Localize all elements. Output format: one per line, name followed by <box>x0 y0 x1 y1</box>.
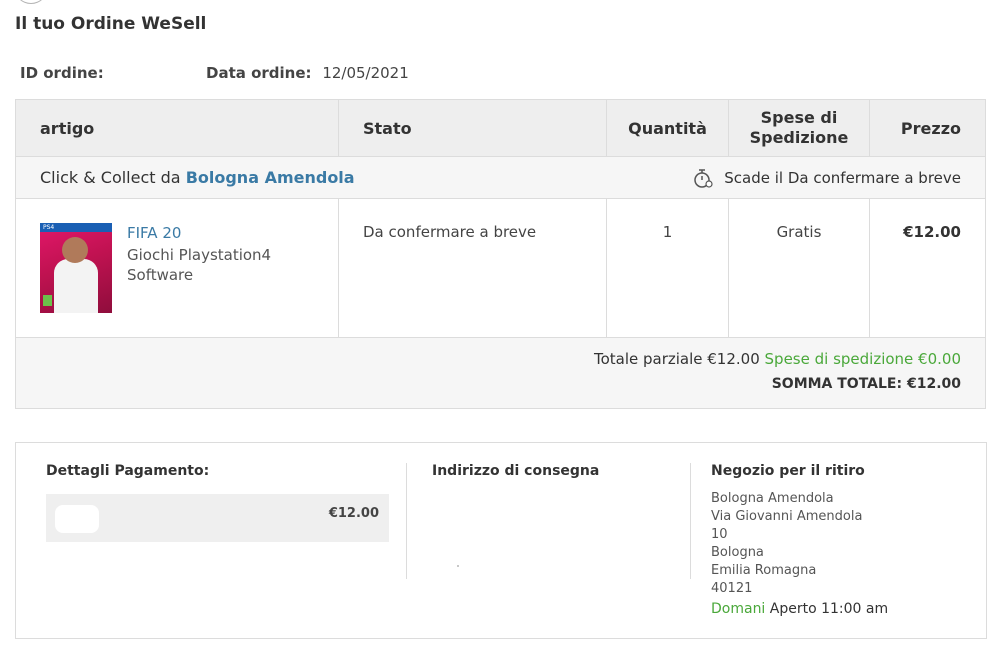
column-header-price: Prezzo <box>900 118 961 138</box>
product-info: FIFA 20 Giochi Playstation4 Software <box>127 223 271 337</box>
click-collect-row: Click & Collect da Bologna Amendola Scad… <box>16 157 985 199</box>
product-name-link[interactable]: FIFA 20 <box>127 223 271 243</box>
table-row: PS4 FIFA 20 Giochi Playstation4 Software… <box>16 199 985 338</box>
store-region: Emilia Romagna <box>711 563 817 578</box>
totals-row: Totale parziale €12.00 Spese di spedizio… <box>16 338 985 408</box>
column-header-shipping: Spese di Spedizione <box>729 100 870 156</box>
pickup-store-address: Bologna Amendola Via Giovanni Amendola 1… <box>711 490 862 598</box>
payment-method-card: €12.00 <box>46 494 389 542</box>
subtotal-text: Totale parziale €12.00 <box>593 350 760 368</box>
pickup-store-title: Negozio per il ritiro <box>711 463 865 479</box>
order-id: ID ordine: <box>20 64 206 82</box>
store-hours: Domani Aperto 11:00 am <box>711 601 888 617</box>
table-header: artigo Stato Quantità Spese di Spedizion… <box>16 100 985 157</box>
store-street: Via Giovanni Amendola <box>711 509 863 524</box>
store-city: Bologna <box>711 545 764 560</box>
product-subcategory: Software <box>127 266 194 284</box>
cover-player-head <box>62 237 88 263</box>
product-image[interactable]: PS4 <box>40 223 112 313</box>
collect-expiry: Scade il Da confermare a breve <box>692 167 961 189</box>
stopwatch-icon <box>694 168 713 188</box>
order-date: Data ordine: 12/05/2021 <box>206 64 409 82</box>
store-name: Bologna Amendola <box>711 491 834 506</box>
item-quantity: 1 <box>607 199 729 337</box>
order-date-value: 12/05/2021 <box>322 64 409 82</box>
cover-player-body <box>54 259 98 313</box>
order-id-label: ID ordine: <box>20 64 104 82</box>
store-hours-text: Aperto 11:00 am <box>769 601 889 617</box>
grand-total: SOMMA TOTALE: €12.00 <box>771 376 961 392</box>
item-shipping: Gratis <box>729 199 870 337</box>
item-cell: PS4 FIFA 20 Giochi Playstation4 Software <box>16 199 339 337</box>
column-header-status: Stato <box>339 100 607 156</box>
page-title: Il tuo Ordine WeSell <box>15 14 207 34</box>
top-decoration <box>14 0 48 4</box>
payment-details-title: Dettagli Pagamento: <box>46 463 210 479</box>
item-price: €12.00 <box>903 223 961 241</box>
product-category: Giochi Playstation4 <box>127 246 272 264</box>
column-header-item: artigo <box>16 100 339 156</box>
section-divider <box>690 463 691 579</box>
item-status: Da confermare a breve <box>339 199 607 337</box>
order-table: artigo Stato Quantità Spese di Spedizion… <box>15 99 986 409</box>
order-meta: ID ordine: Data ordine: 12/05/2021 <box>20 64 409 82</box>
store-number: 10 <box>711 527 728 542</box>
subtotal-line: Totale parziale €12.00 Spese di spedizio… <box>594 350 961 368</box>
pegi-rating-badge <box>43 295 52 306</box>
column-header-quantity: Quantità <box>607 100 729 156</box>
click-collect-prefix: Click & Collect da <box>40 168 181 187</box>
order-date-label: Data ordine: <box>206 64 312 82</box>
delivery-address-title: Indirizzo di consegna <box>432 463 600 479</box>
section-divider <box>406 463 407 579</box>
collect-expiry-text: Scade il Da confermare a breve <box>724 168 961 187</box>
store-postcode: 40121 <box>711 581 753 596</box>
collect-store-link[interactable]: Bologna Amendola <box>186 168 355 187</box>
click-collect-info: Click & Collect da Bologna Amendola <box>40 168 355 187</box>
shipping-total-text: Spese di spedizione €0.00 <box>764 350 961 368</box>
store-hours-day: Domani <box>711 601 766 617</box>
payment-amount: €12.00 <box>328 506 379 521</box>
order-details-box: Dettagli Pagamento: €12.00 Indirizzo di … <box>15 442 987 639</box>
ps4-band: PS4 <box>40 223 112 232</box>
address-placeholder <box>457 565 459 567</box>
payment-method-icon <box>55 505 99 533</box>
